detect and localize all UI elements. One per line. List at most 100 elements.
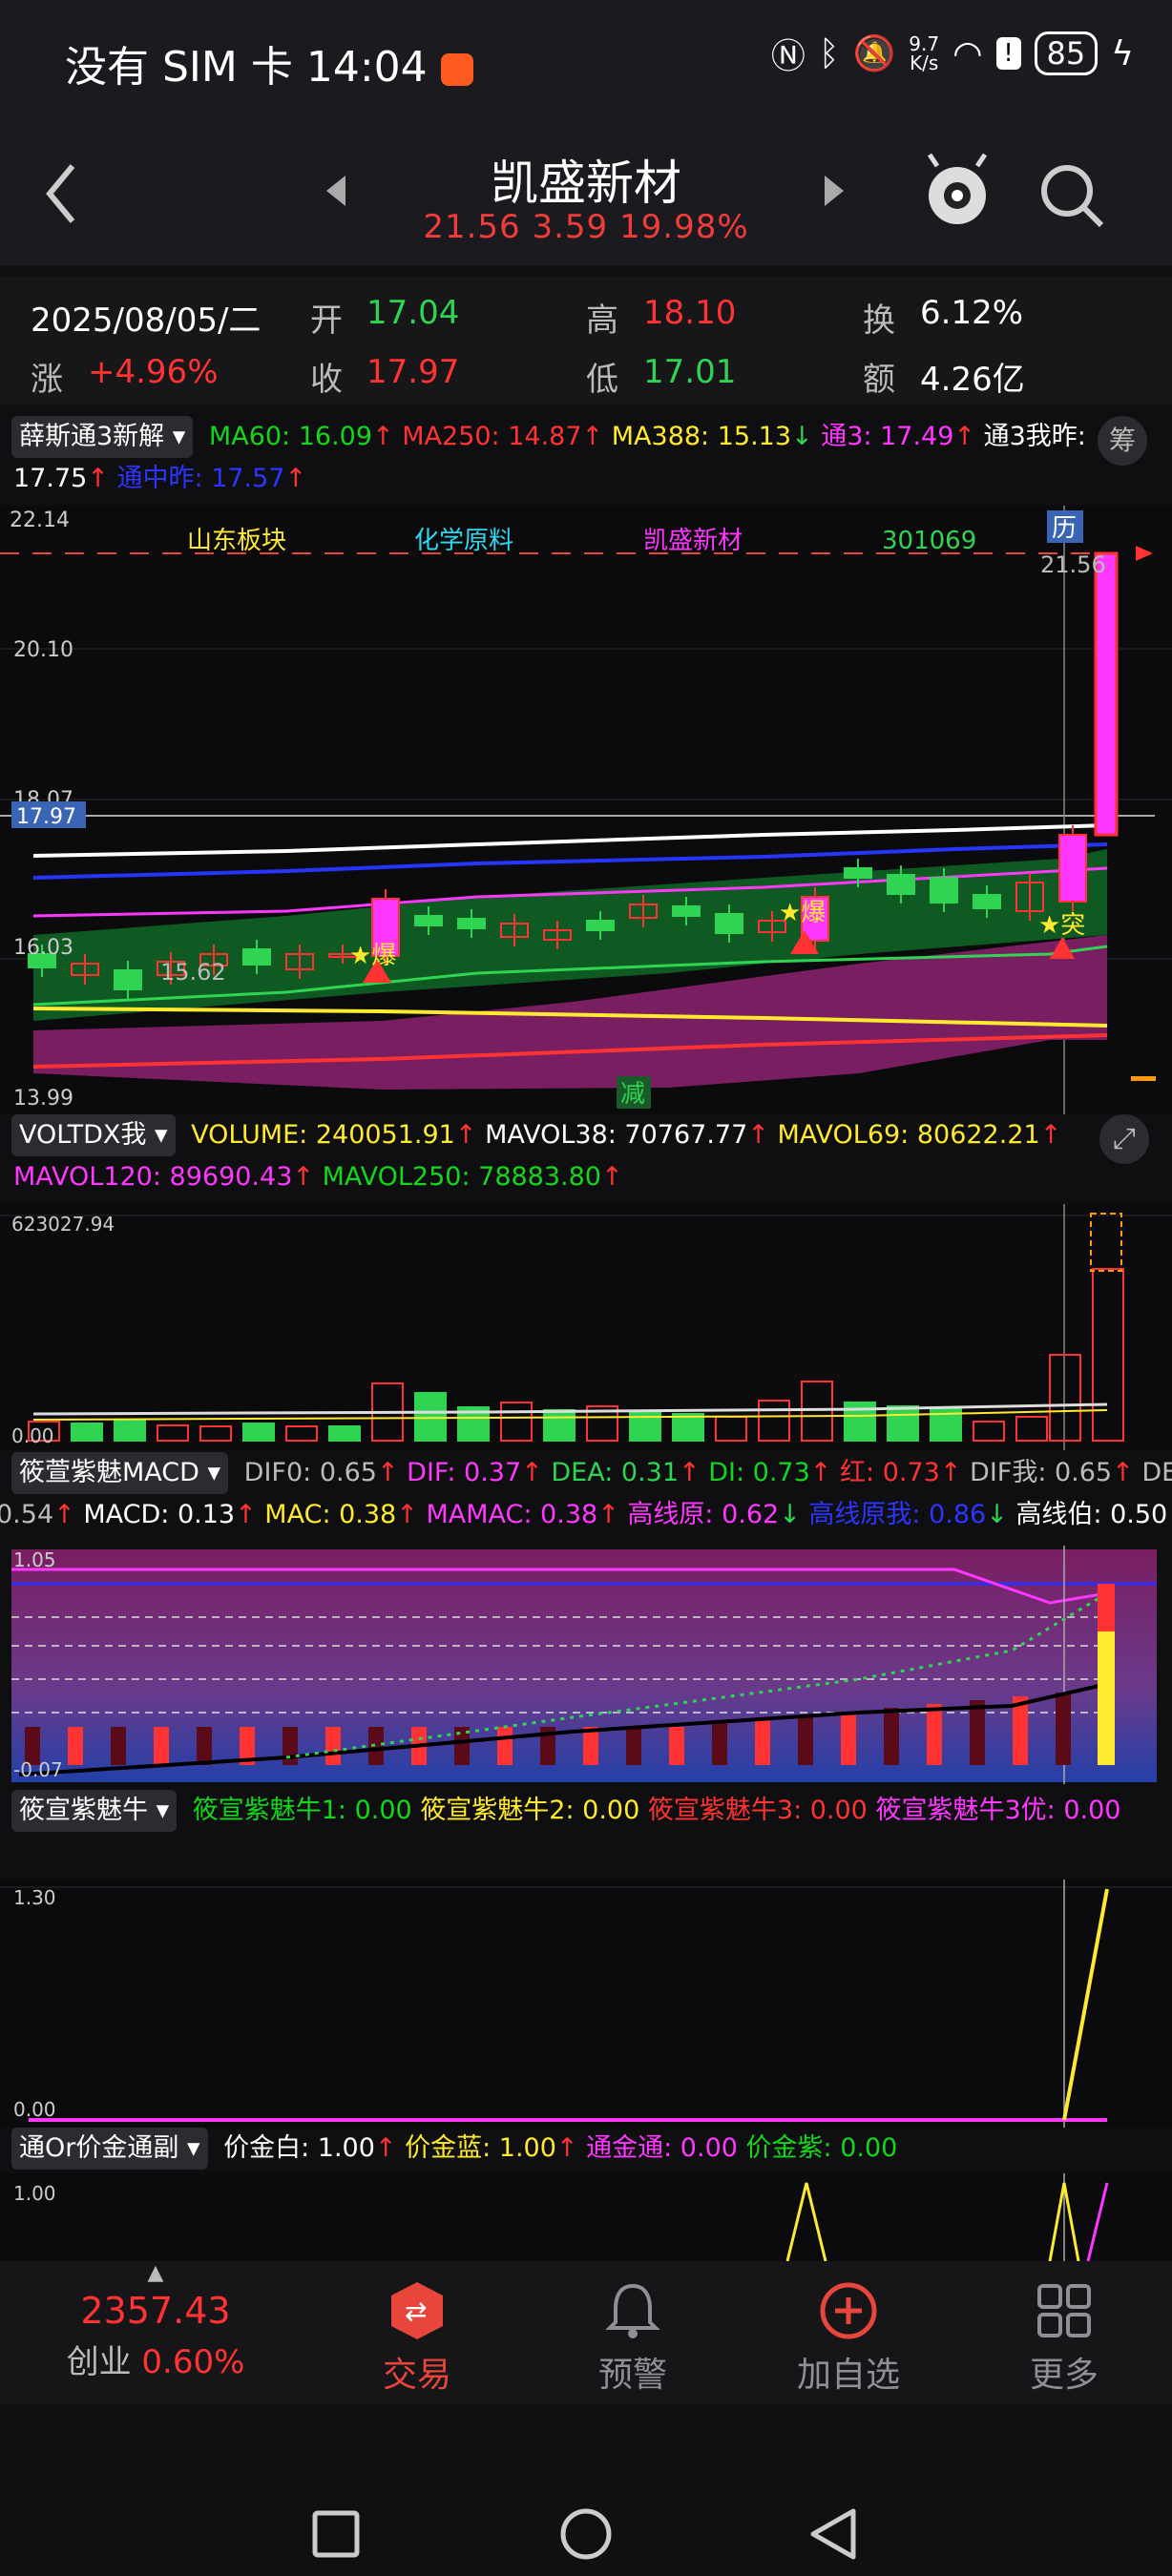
back-nav-icon[interactable]	[807, 2507, 859, 2561]
trade-icon: ⇄	[391, 2282, 443, 2339]
index-pct: 0.60%	[141, 2343, 245, 2381]
y-2-label: 20.10	[13, 638, 73, 662]
nfc-icon: Ⓝ	[770, 37, 806, 76]
macd-bar	[154, 1727, 169, 1765]
add-watch-tab[interactable]: 加自选	[731, 2280, 966, 2397]
bottom-bar: ▲ 2357.43 创业 0.60% ⇄ 交易 预警 加自选 更多	[0, 2261, 1172, 2404]
candle-body	[672, 905, 701, 917]
open-value: 17.04	[366, 294, 460, 332]
macd-y-bot: -0.07	[13, 1758, 63, 1781]
dif0-value: DIF0: 0.65	[243, 1458, 377, 1487]
jjl-value: 价金蓝: 1.00	[405, 2133, 556, 2163]
mavol69-value: MAVOL69: 80622.21	[777, 1120, 1040, 1150]
search-icon[interactable]	[1038, 162, 1105, 229]
tag-code: 301069	[882, 527, 976, 555]
gold-indicator-select[interactable]: 通Or价金通副 ▾	[11, 2128, 208, 2170]
trade-date: 2025/08/05/二	[31, 301, 262, 340]
home-icon[interactable]	[559, 2507, 613, 2561]
app-notification-icon	[440, 53, 473, 86]
macd-indicator-select[interactable]: 筱萱紫魅MACD ▾	[11, 1452, 229, 1494]
macd-bar	[884, 1708, 899, 1765]
macd-bar	[626, 1727, 641, 1765]
carrier-text: 没有 SIM 卡	[65, 43, 293, 92]
hong-value: 红: 0.73	[840, 1458, 940, 1487]
macd-bar	[841, 1712, 856, 1765]
speed-unit: K/s	[910, 52, 939, 74]
tag-sector: 山东板块	[187, 527, 286, 555]
kline-chart[interactable]: 22.14 20.10 18.07 17.97 16.03 13.99 15.6…	[0, 506, 1172, 1114]
vol-indicator-select[interactable]: VOLTDX我 ▾	[11, 1114, 176, 1156]
chip-button[interactable]: 筹	[1098, 416, 1147, 466]
expand-up-icon: ▲	[147, 2261, 164, 2285]
macd-bar	[712, 1723, 727, 1765]
mascot-icon[interactable]	[924, 153, 991, 229]
alert-tab[interactable]: 预警	[515, 2280, 750, 2397]
close-label: 收	[310, 361, 343, 399]
add-circle-icon	[820, 2282, 877, 2339]
candle-body	[242, 948, 271, 966]
gxyw-value: 高线原我: 0.86	[808, 1500, 987, 1529]
main-indicator-name: 薛斯通3新解	[19, 422, 165, 451]
macd-value: MACD: 0.13	[83, 1500, 236, 1529]
macd-bar	[111, 1727, 126, 1765]
gold-chart[interactable]: 1.00	[0, 2173, 1172, 2261]
mavol120-value: MAVOL120: 89690.43	[13, 1162, 293, 1192]
clock: 14:04	[305, 43, 428, 92]
svg-text:⇄: ⇄	[405, 2296, 427, 2327]
volume-bar	[328, 1425, 361, 1442]
index-widget[interactable]: ▲ 2357.43 创业 0.60%	[38, 2261, 273, 2382]
niu-chart[interactable]: 1.30 0.00	[0, 1880, 1172, 2128]
candle-body	[114, 969, 142, 990]
recents-icon[interactable]	[311, 2509, 361, 2559]
stock-name: 凯盛新材	[491, 156, 681, 211]
niu-bg	[0, 1880, 1172, 2128]
gold-bg	[0, 2173, 1172, 2261]
candle-body	[715, 913, 743, 934]
vol-y-top: 623027.94	[11, 1213, 115, 1236]
next-stock-icon[interactable]	[823, 174, 846, 208]
candle-body	[457, 918, 486, 929]
jjz-value: 价金紫: 0.00	[745, 2133, 898, 2163]
ma250-value: MA250: 14.87	[402, 422, 582, 451]
trade-tab[interactable]: ⇄ 交易	[300, 2280, 534, 2397]
jian-label: 减	[620, 1080, 645, 1109]
tjt-value: 通金通: 0.00	[586, 2133, 738, 2163]
status-left: 没有 SIM 卡 14:04	[65, 32, 473, 93]
vol-indicator-bar: VOLTDX我 ▾ VOLUME: 240051.91↑ MAVOL38: 70…	[0, 1114, 1172, 1156]
tong3-prev-value: 17.75	[13, 464, 88, 493]
battery-icon: 85	[1034, 31, 1099, 75]
volume-bar	[887, 1405, 919, 1442]
high-value: 18.10	[643, 294, 737, 332]
y-4-label: 16.03	[13, 936, 73, 960]
close-value: 17.97	[366, 353, 460, 391]
de-value: 0.54	[0, 1500, 54, 1529]
net-speed: 9.7 K/s	[909, 34, 939, 73]
niu-indicator-select[interactable]: 筱宣紫魅牛 ▾	[11, 1790, 178, 1832]
candle-body	[973, 894, 1001, 909]
y-cur-label: 17.97	[16, 805, 76, 829]
macd-indicator-name: 筱萱紫魅MACD	[19, 1458, 199, 1487]
di-value: DI: 0.73	[708, 1458, 810, 1487]
main-indicator-select[interactable]: 薛斯通3新解 ▾	[11, 416, 194, 458]
tongzhong-value: 通中昨: 17.57	[116, 464, 285, 493]
volume-bar	[242, 1423, 275, 1442]
bao2-label: ★爆	[779, 899, 826, 927]
volume-chart[interactable]: 623027.94 0.00	[0, 1204, 1172, 1450]
high-label: 高	[586, 301, 618, 340]
orange-marker	[1131, 1076, 1156, 1081]
mamac-value: MAMAC: 0.38	[426, 1500, 598, 1529]
mute-icon: 🔕	[852, 34, 896, 73]
niu-y-top: 1.30	[13, 1886, 56, 1909]
macd-chart[interactable]: 1.05 -0.07	[0, 1546, 1172, 1784]
volume-bar	[71, 1423, 103, 1442]
high-mark: 21.56	[1040, 551, 1106, 578]
macd-bar	[970, 1700, 985, 1765]
niu-indicator-name: 筱宣紫魅牛	[19, 1796, 148, 1825]
add-label: 加自选	[796, 2356, 900, 2395]
vol-indicator-name: VOLTDX我	[19, 1120, 147, 1150]
expand-icon[interactable]: ⤢	[1099, 1114, 1149, 1164]
more-tab[interactable]: 更多	[947, 2280, 1172, 2397]
candle-body	[930, 877, 958, 904]
index-value: 2357.43	[80, 2290, 231, 2332]
index-name: 创业	[66, 2343, 132, 2381]
